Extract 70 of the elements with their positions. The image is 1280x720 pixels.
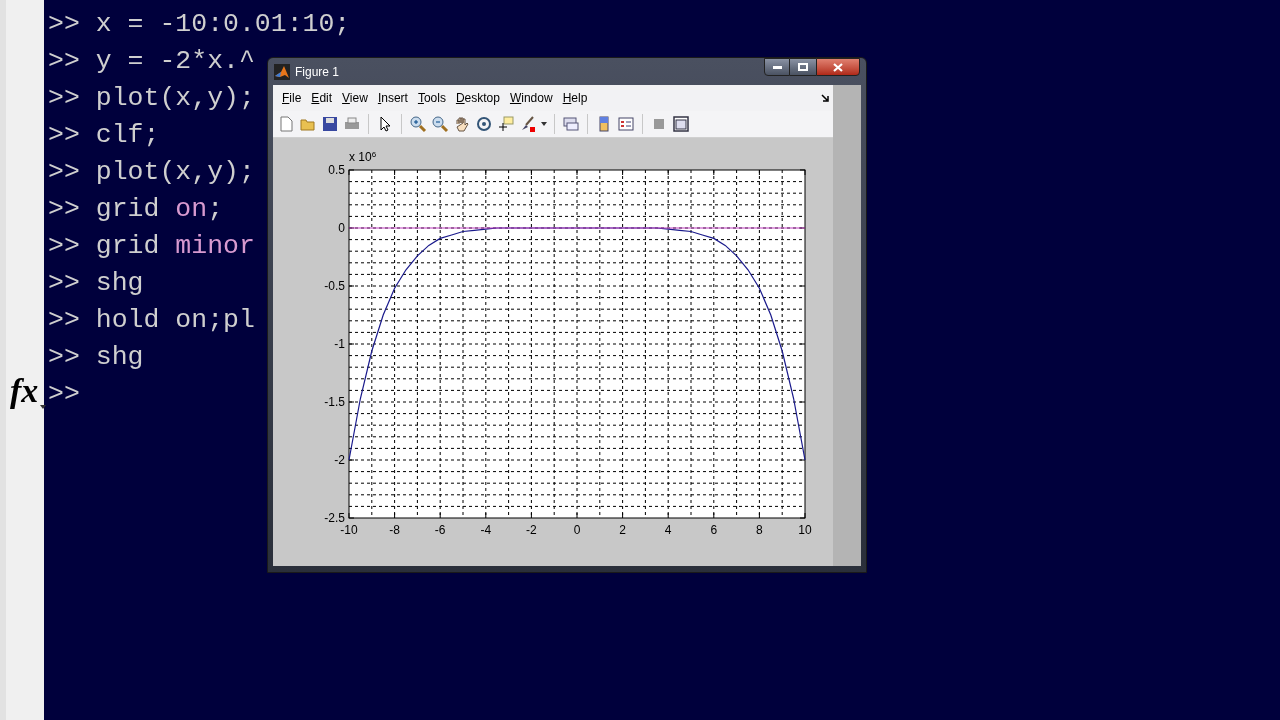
menu-item[interactable]: View — [337, 89, 373, 107]
x-tick-label: 10 — [798, 523, 812, 537]
prompt: >> — [48, 304, 80, 337]
prompt: >> — [48, 45, 80, 78]
minimize-button[interactable] — [764, 58, 790, 76]
x-tick-label: -6 — [434, 523, 446, 537]
x-tick-label: -10 — [340, 523, 358, 537]
menu-item[interactable]: Edit — [306, 89, 338, 107]
y-tick-label: -0.5 — [324, 279, 345, 293]
link-icon[interactable] — [562, 115, 580, 133]
x-tick-label: 8 — [756, 523, 763, 537]
command-text: clf; — [95, 119, 160, 152]
x-tick-label: 6 — [710, 523, 718, 537]
close-button[interactable] — [816, 58, 860, 76]
menu-item[interactable]: Desktop — [450, 89, 505, 107]
menu-item[interactable]: Insert — [372, 89, 413, 107]
x-tick-label: 0 — [573, 523, 581, 537]
caret-icon — [40, 405, 46, 410]
rotate-icon[interactable] — [475, 115, 493, 133]
x-tick-label: -4 — [480, 523, 492, 537]
command-text: grid on; — [95, 193, 224, 226]
zoom-in-icon[interactable] — [409, 115, 427, 133]
prompt: >> — [48, 267, 80, 300]
save-icon[interactable] — [321, 115, 339, 133]
window-frame-icon[interactable] — [672, 115, 690, 133]
y-tick-label: -2 — [334, 453, 345, 467]
function-button[interactable]: fx — [10, 374, 39, 408]
prompt: >> — [48, 378, 80, 411]
y-tick-label: -1 — [334, 337, 345, 351]
exponent-label: x 10$^{6}$ — [349, 151, 377, 163]
y-tick-label: 0 — [338, 221, 345, 235]
x-tick-label: 2 — [619, 523, 626, 537]
command-text: x = -10:0.01:10; — [95, 8, 351, 41]
matlab-logo-icon — [274, 63, 290, 80]
prompt: >> — [48, 230, 80, 263]
command-text: grid minor — [95, 230, 255, 263]
prompt: >> — [48, 193, 80, 226]
menu-item[interactable]: Window — [504, 89, 558, 107]
brush-icon[interactable] — [519, 115, 537, 133]
command-text: plot(x,y); — [95, 82, 255, 115]
menu-item[interactable]: File — [277, 89, 307, 107]
x-tick-label: -8 — [389, 523, 400, 537]
prompt: >> — [48, 119, 80, 152]
command-text: shg — [95, 341, 144, 374]
prompt: >> — [48, 341, 80, 374]
zoom-out-icon[interactable] — [431, 115, 449, 133]
legend-icon[interactable] — [617, 115, 635, 133]
command-text: hold on;pl — [95, 304, 255, 337]
hand-icon[interactable] — [453, 115, 471, 133]
prompt: >> — [48, 8, 80, 41]
command-text: y = -2*x.^ — [95, 45, 255, 78]
window-title: Figure 1 — [295, 63, 340, 81]
minimize-icon — [772, 65, 782, 69]
x-tick-label: -2 — [526, 523, 537, 537]
y-tick-label: 0.5 — [328, 163, 345, 177]
caret-icon[interactable] — [541, 121, 547, 127]
close-icon — [833, 62, 843, 72]
prompt: >> — [48, 156, 80, 189]
command-text: shg — [95, 267, 144, 300]
x-tick-label: 4 — [664, 523, 672, 537]
y-tick-label: -2.5 — [324, 511, 345, 525]
command-text: plot(x,y); — [95, 156, 255, 189]
menu-item[interactable]: Help — [557, 89, 593, 107]
dock-arrow-icon[interactable] — [821, 94, 829, 102]
data-cursor-icon[interactable] — [497, 115, 515, 133]
menu-item[interactable]: Tools — [412, 89, 451, 107]
y-tick-label: -1.5 — [324, 395, 345, 409]
maximize-button[interactable] — [790, 58, 816, 76]
maximize-icon — [798, 63, 808, 71]
prompt: >> — [48, 82, 80, 115]
